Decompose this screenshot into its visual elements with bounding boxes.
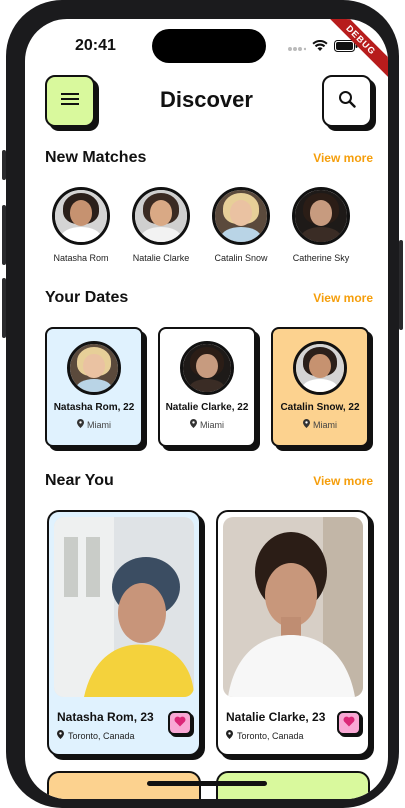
profile-photo [54,517,194,697]
new-matches-header: New Matches View more [45,149,373,167]
location-pin-icon [226,730,233,741]
section-title: Near You [45,472,114,489]
date-card[interactable]: Catalin Snow, 22 Miami [271,327,369,447]
date-card[interactable]: Natalie Clarke, 22 Miami [158,327,256,447]
date-name: Natasha Rom, 22 [53,402,135,413]
location-label: Miami [200,419,224,430]
location-label: Miami [313,419,337,430]
near-location: Toronto, Canada [57,730,135,741]
avatar [293,341,347,395]
location-label: Miami [87,419,111,430]
date-name: Catalin Snow, 22 [280,402,360,413]
match-item[interactable]: Catalin Snow [203,187,279,263]
avatar [67,341,121,395]
avatar [132,187,190,245]
view-more-link[interactable]: View more [313,291,373,305]
date-card[interactable]: Natasha Rom, 22 Miami [45,327,143,447]
heart-icon [174,714,186,732]
near-card[interactable]: Natasha Rom, 23 Toronto, Canada [47,510,201,756]
status-time: 20:41 [75,37,116,54]
location-label: Toronto, Canada [237,730,304,741]
cellular-icon [288,39,307,57]
profile-photo [223,517,363,697]
date-location: Miami [47,419,141,430]
avatar [212,187,270,245]
location-label: Toronto, Canada [68,730,135,741]
match-item[interactable]: Natalie Clarke [123,187,199,263]
your-dates-header: Your Dates View more [45,289,373,307]
view-more-link[interactable]: View more [313,474,373,488]
near-location: Toronto, Canada [226,730,304,741]
near-card[interactable]: Natalie Clarke, 23 Toronto, Canada [216,510,370,756]
search-icon [338,90,356,113]
app-bar: Discover [25,75,388,131]
home-indicator[interactable] [147,781,267,786]
location-pin-icon [77,419,84,430]
near-you-header: Near You View more [45,472,373,490]
near-name: Natalie Clarke, 23 [226,710,326,724]
date-name: Natalie Clarke, 22 [165,402,249,413]
status-icons [288,39,358,57]
near-name: Natasha Rom, 23 [57,710,154,724]
volume-down-button [2,278,6,338]
power-button [399,240,403,330]
wifi-icon [312,39,328,57]
avatar [52,187,110,245]
status-bar: 20:41 DEBUG [25,19,388,84]
section-title: Your Dates [45,289,129,306]
match-name: Natalie Clarke [132,253,190,263]
match-name: Catherine Sky [292,253,350,263]
date-location: Miami [273,419,367,430]
like-button[interactable] [337,711,361,735]
app-screen: 20:41 DEBUG Discover New Matches View mo… [25,19,388,799]
avatar [180,341,234,395]
location-pin-icon [303,419,310,430]
location-pin-icon [57,730,64,741]
view-more-link[interactable]: View more [313,151,373,165]
location-pin-icon [190,419,197,430]
volume-up-button [2,205,6,265]
match-name: Catalin Snow [214,253,268,263]
phone-frame: 20:41 DEBUG Discover New Matches View mo… [2,0,403,808]
date-location: Miami [160,419,254,430]
dynamic-island [152,29,266,63]
match-name: Natasha Rom [53,253,109,263]
search-button[interactable] [322,75,372,127]
like-button[interactable] [168,711,192,735]
mute-switch [2,150,6,180]
heart-icon [343,714,355,732]
match-item[interactable]: Natasha Rom [43,187,119,263]
section-title: New Matches [45,149,147,166]
match-item[interactable]: Catherine Sky [283,187,359,263]
avatar [292,187,350,245]
